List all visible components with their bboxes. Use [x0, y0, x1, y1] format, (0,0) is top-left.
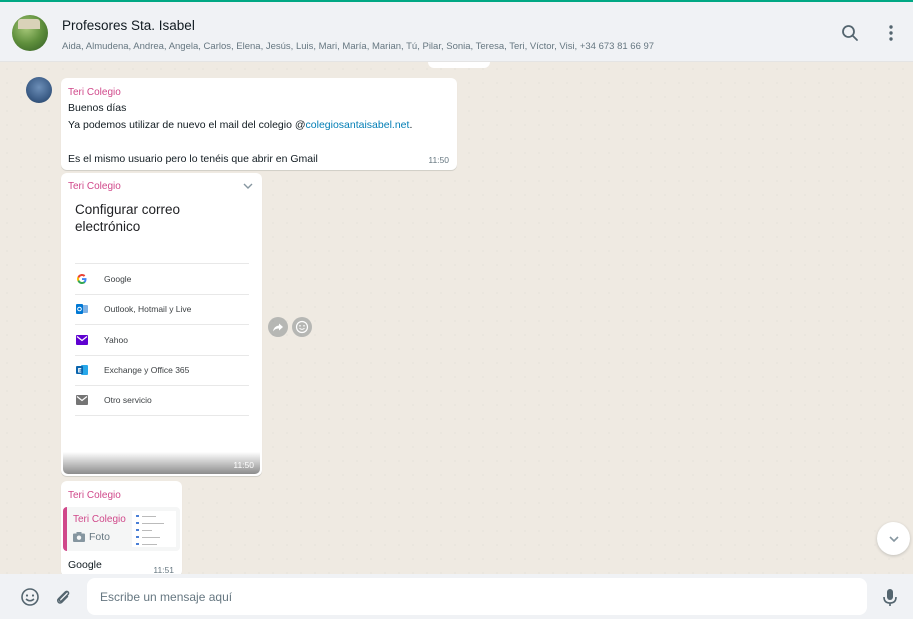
microphone-icon[interactable] [879, 586, 901, 608]
image-message-bubble[interactable]: Teri Colegio Configurar correo electróni… [61, 173, 262, 476]
service-item-exchange: E Exchange y Office 365 [75, 354, 249, 386]
service-label: Exchange y Office 365 [104, 365, 190, 376]
message-text: Google [68, 559, 102, 571]
group-title[interactable]: Profesores Sta. Isabel [62, 18, 195, 33]
quoted-sender: Teri Colegio [73, 514, 126, 525]
message-line: Buenos días [68, 102, 127, 114]
sender-name[interactable]: Teri Colegio [68, 87, 121, 98]
composer-bar [0, 574, 913, 619]
message-line: Ya podemos utilizar de nuevo el mail del… [68, 117, 412, 134]
sender-avatar[interactable] [26, 77, 52, 103]
message-line-text: Ya podemos utilizar de nuevo el mail del… [68, 119, 306, 131]
group-avatar[interactable] [12, 15, 48, 51]
reply-message-bubble[interactable]: Teri Colegio Teri Colegio Foto Google 11… [61, 481, 182, 574]
service-list: Google Outlook, Hotmail y Live Yahoo E E… [75, 263, 249, 416]
menu-icon[interactable] [880, 22, 902, 44]
sender-name[interactable]: Teri Colegio [68, 181, 121, 192]
image-time-overlay: 11:50 [63, 452, 260, 474]
chevron-down-icon [888, 535, 899, 542]
mail-icon [75, 394, 89, 406]
google-icon [75, 273, 89, 285]
search-icon[interactable] [839, 22, 861, 44]
message-time: 11:50 [233, 460, 254, 470]
message-time: 11:50 [428, 155, 449, 165]
camera-icon [73, 532, 85, 542]
quoted-type: Foto [89, 531, 111, 543]
email-domain-link[interactable]: colegiosantaisabel.net [306, 119, 410, 131]
message-bubble[interactable]: Teri Colegio Buenos días Ya podemos util… [61, 78, 457, 170]
message-line-text: . [409, 119, 413, 131]
service-item-yahoo: Yahoo [75, 324, 249, 355]
yahoo-icon [75, 334, 89, 346]
previous-message-edge [428, 62, 490, 68]
group-members-list: Aida, Almudena, Andrea, Angela, Carlos, … [62, 41, 655, 52]
message-text: Buenos días Ya podemos utilizar de nuevo… [68, 100, 412, 168]
service-item-other: Otro servicio [75, 385, 249, 416]
outlook-icon [75, 303, 89, 315]
scroll-down-button[interactable] [877, 522, 910, 555]
quoted-message[interactable]: Teri Colegio Foto [63, 507, 180, 551]
service-label: Yahoo [104, 334, 128, 345]
message-input[interactable] [87, 578, 867, 615]
chevron-down-icon[interactable] [242, 179, 254, 191]
message-time: 11:51 [153, 565, 174, 574]
chat-panel[interactable]: Teri Colegio Buenos días Ya podemos util… [0, 62, 913, 574]
quoted-photo-label: Foto [73, 531, 110, 543]
exchange-icon: E [75, 364, 89, 376]
service-label: Google [104, 273, 132, 284]
message-line: Es el mismo usuario pero lo tenéis que a… [68, 153, 318, 165]
image-title: Configurar correo electrónico [75, 202, 181, 234]
sender-name[interactable]: Teri Colegio [68, 490, 121, 501]
forward-icon[interactable] [268, 317, 288, 337]
service-label: Otro servicio [104, 395, 152, 406]
service-item-google: Google [75, 263, 249, 294]
attach-icon[interactable] [52, 586, 74, 608]
shared-image[interactable]: Configurar correo electrónico Google Out… [63, 197, 260, 474]
emoji-react-icon[interactable] [292, 317, 312, 337]
chat-header[interactable]: Profesores Sta. Isabel Aida, Almudena, A… [0, 0, 913, 62]
service-item-outlook: Outlook, Hotmail y Live [75, 293, 249, 325]
svg-text:E: E [78, 368, 82, 375]
service-label: Outlook, Hotmail y Live [104, 304, 192, 315]
message-actions [268, 317, 312, 337]
quoted-thumbnail [132, 511, 176, 547]
emoji-icon[interactable] [19, 586, 41, 608]
